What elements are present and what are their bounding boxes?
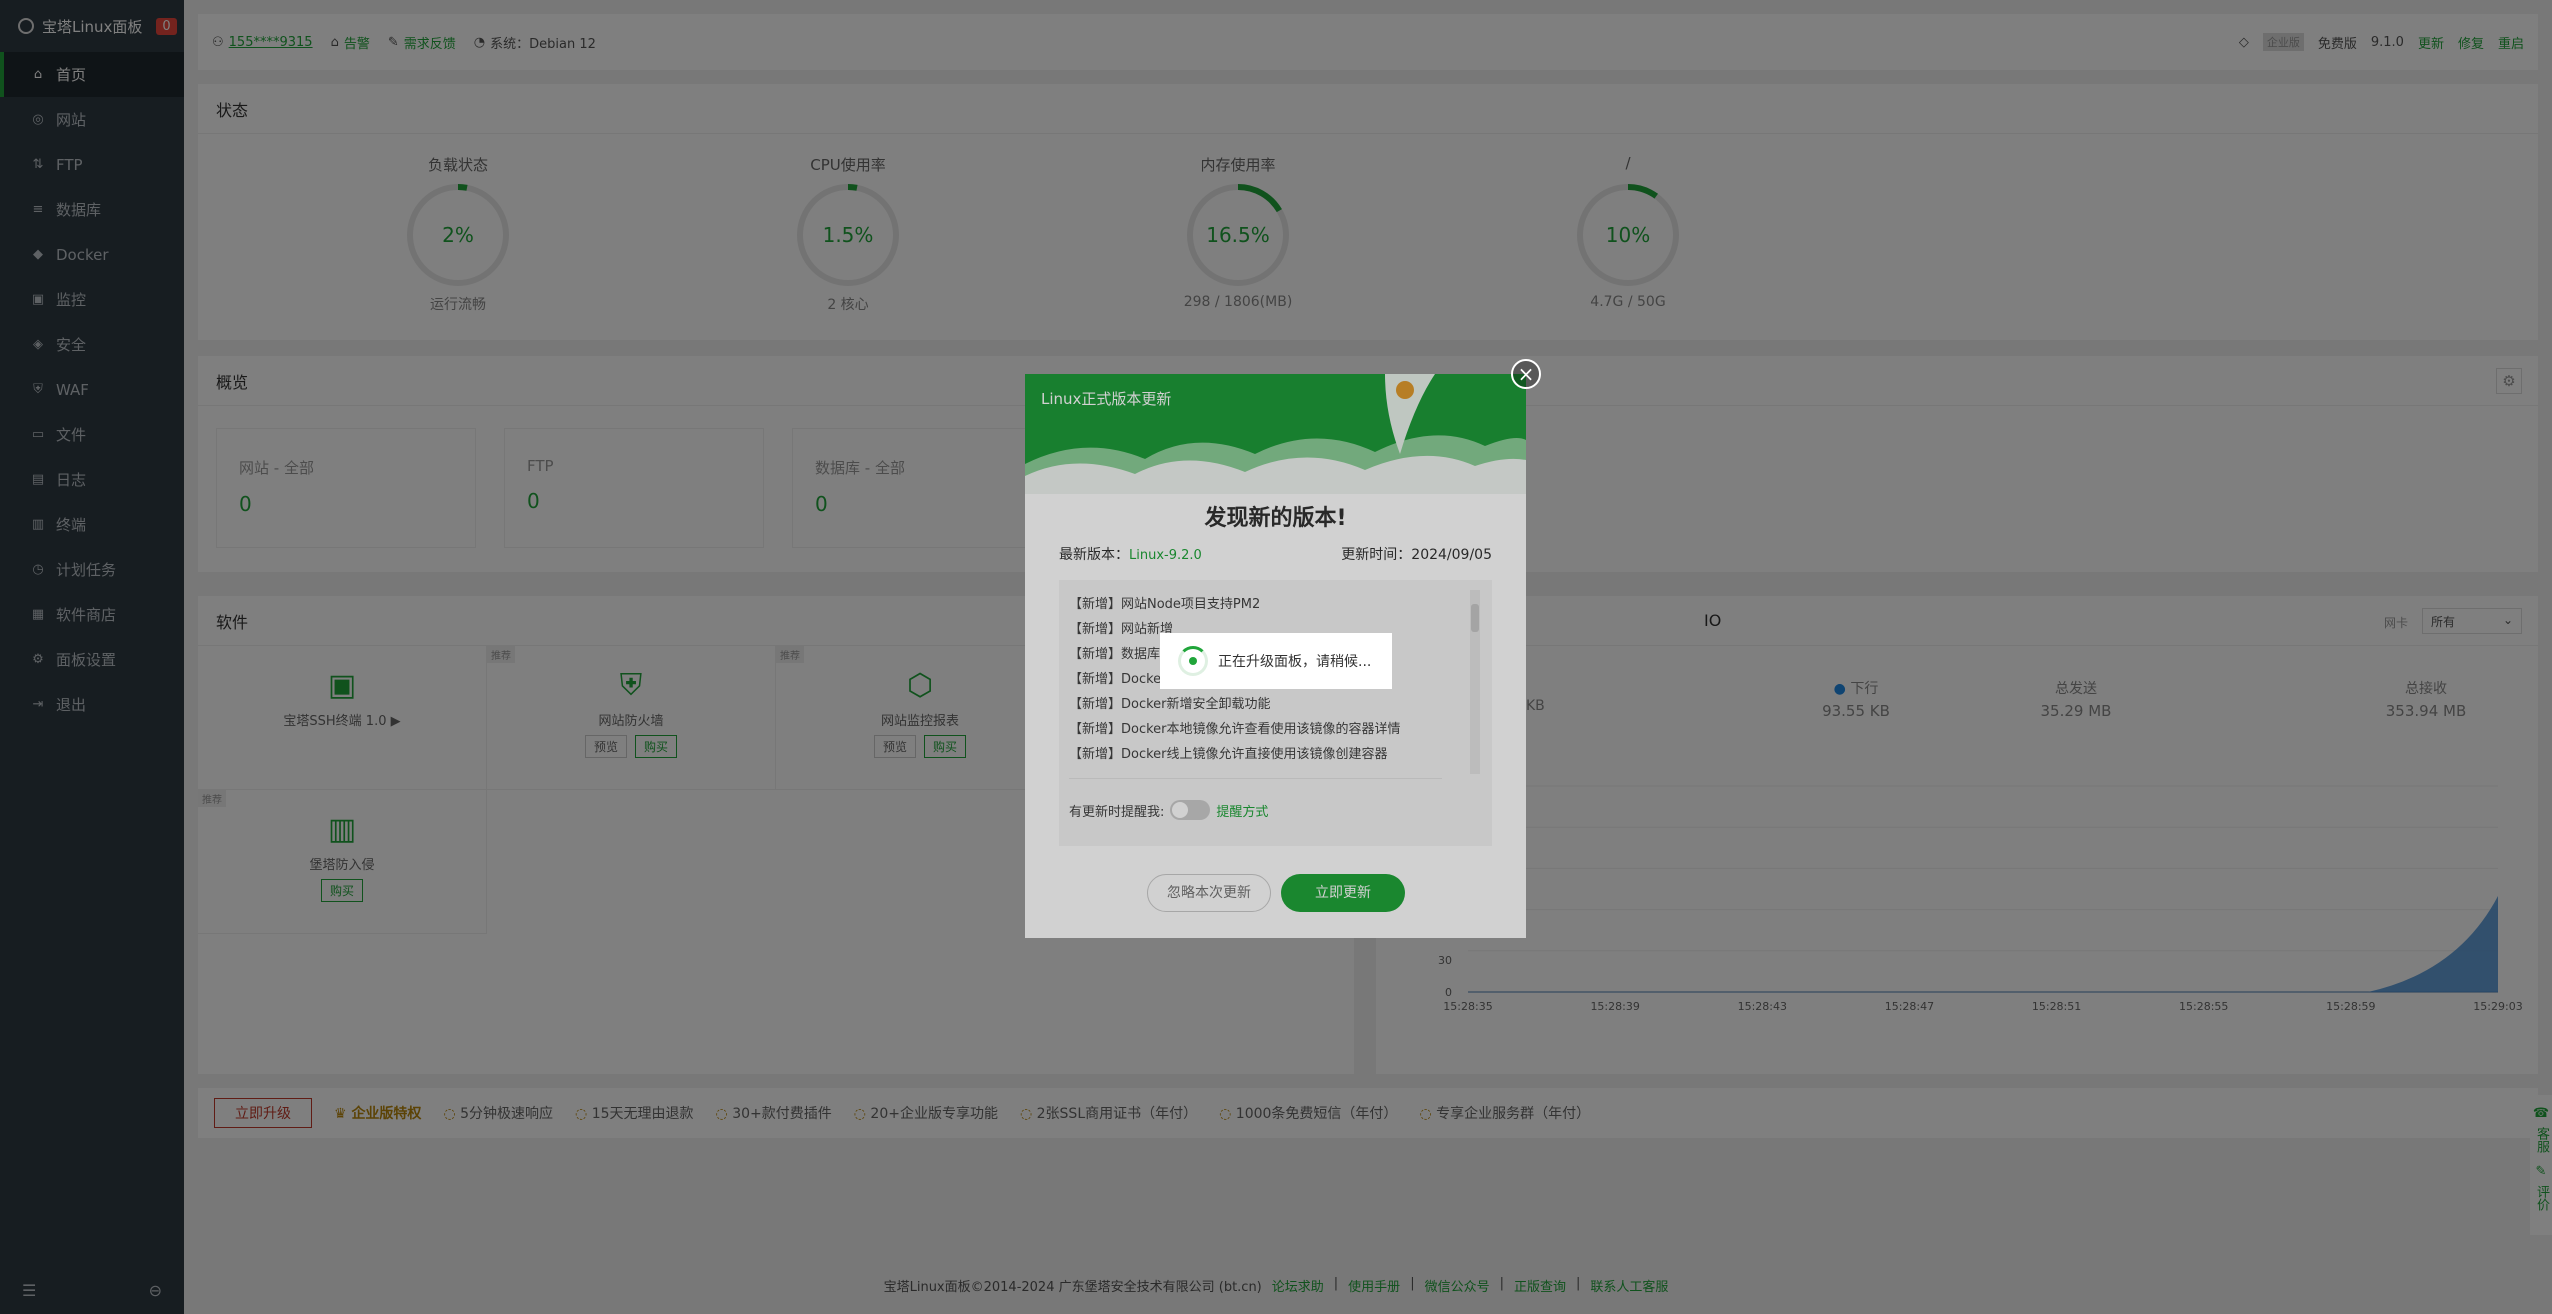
loading-text: 正在升级面板，请稍候... <box>1218 654 1372 670</box>
close-icon: × <box>1517 362 1535 386</box>
loading-toast: 正在升级面板，请稍候... <box>1160 633 1392 689</box>
close-dialog-button[interactable]: × <box>1511 359 1541 389</box>
spinner-icon <box>1178 646 1208 676</box>
